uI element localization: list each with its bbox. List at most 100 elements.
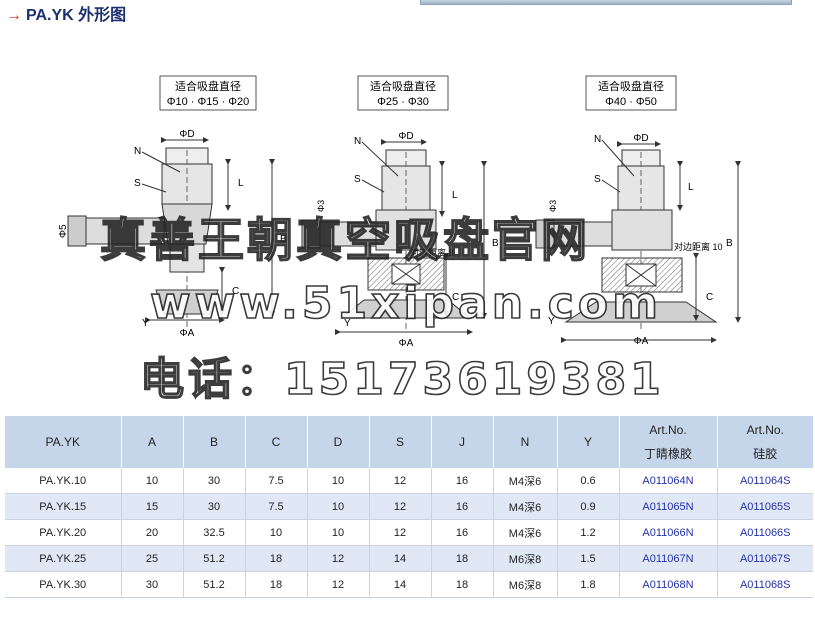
cell-art-nbr[interactable]: A011067N [619, 545, 718, 572]
fig1-dim-N: N [134, 146, 141, 157]
cell-b: 32.5 [183, 519, 246, 546]
cell-y: 1.2 [557, 519, 620, 546]
table-row: PA.YK.20 20 32.5 10 10 12 16 M4深6 1.2 A011066N A01… [5, 519, 813, 546]
fig1-dim-Y: Y [142, 318, 149, 329]
cell-s: 12 [369, 468, 432, 494]
figure-2-label-line2: Φ25 · Φ30 [377, 96, 429, 108]
cell-art-silicone[interactable]: A011068S [717, 571, 813, 598]
cell-b: 30 [183, 468, 246, 494]
cell-a: 25 [121, 545, 184, 572]
cell-j: 16 [431, 519, 494, 546]
cell-a: 20 [121, 519, 184, 546]
cell-y: 0.9 [557, 493, 620, 520]
table-header-row: PA.YK A B C D S J N Y Art.No. 丁睛橡胶 Art.N… [5, 416, 813, 468]
cell-art-nbr[interactable]: A011065N [619, 493, 718, 520]
fig1-dim-phiD: ΦD [179, 129, 194, 140]
cell-c: 7.5 [245, 468, 308, 494]
fig3-dim-phiD: ΦD [633, 133, 648, 144]
header-j: J [431, 416, 494, 468]
fig3-dim-C: C [706, 292, 713, 303]
table-row: PA.YK.15 15 30 7.5 10 12 16 M4深6 0.9 A011065N A011… [5, 493, 813, 520]
cell-c: 18 [245, 571, 308, 598]
cell-j: 16 [431, 468, 494, 494]
spec-table: PA.YK A B C D S J N Y Art.No. 丁睛橡胶 Art.N… [5, 416, 813, 598]
cell-s: 12 [369, 493, 432, 520]
header-a: A [121, 416, 184, 468]
fig2-dim-phiD: ΦD [398, 131, 413, 142]
table-row: PA.YK.10 10 30 7.5 10 12 16 M4深6 0.6 A011064N A011… [5, 468, 813, 494]
fig3-dim-S: S [594, 174, 601, 185]
cell-s: 12 [369, 519, 432, 546]
cell-art-nbr[interactable]: A011064N [619, 468, 718, 494]
cell-j: 18 [431, 571, 494, 598]
cell-art-silicone[interactable]: A011064S [717, 468, 813, 494]
top-decorative-bar [420, 0, 792, 5]
cell-b: 51.2 [183, 545, 246, 572]
header-art-nbr-line1: Art.No. [649, 423, 687, 437]
header-art-silicone-line2: 硅胶 [753, 447, 778, 461]
cell-n: M6深8 [493, 571, 558, 598]
cell-model: PA.YK.25 [5, 545, 122, 572]
cell-d: 10 [307, 493, 370, 520]
cell-a: 10 [121, 468, 184, 494]
title-text: PA.YK 外形图 [26, 7, 127, 24]
figure-3-label-line1: 适合吸盘直径 [598, 79, 664, 93]
technical-drawings: 适合吸盘直径 Φ10 · Φ15 · Φ20 ΦD ΦA N S L B C Y… [0, 60, 815, 412]
cell-a: 15 [121, 493, 184, 520]
figure-1-label-line2: Φ10 · Φ15 · Φ20 [167, 96, 250, 108]
watermark-line-1: 真善王朝真空吸盘官网 [100, 213, 590, 267]
fig2-dim-N: N [354, 136, 361, 147]
watermark-line-3: 电话：15173619381 [140, 354, 665, 405]
cell-model: PA.YK.10 [5, 468, 122, 494]
header-model: PA.YK [5, 416, 122, 468]
fig3-dim-B: B [726, 238, 733, 249]
cell-c: 7.5 [245, 493, 308, 520]
cell-y: 0.6 [557, 468, 620, 494]
header-d: D [307, 416, 370, 468]
cell-n: M4深6 [493, 493, 558, 520]
fig2-dim-L: L [452, 190, 458, 201]
cell-art-nbr[interactable]: A011068N [619, 571, 718, 598]
header-y: Y [557, 416, 620, 468]
cell-y: 1.8 [557, 571, 620, 598]
header-art-nbr: Art.No. 丁睛橡胶 [619, 416, 718, 468]
figure-2-label-line1: 适合吸盘直径 [370, 79, 436, 93]
cell-d: 10 [307, 519, 370, 546]
page-title: → PA.YK 外形图 [6, 6, 126, 26]
fig1-dim-phi5: Φ5 [58, 224, 69, 238]
fig1-dim-phiA: ΦA [180, 328, 195, 339]
cell-art-silicone[interactable]: A011067S [717, 545, 813, 572]
cell-a: 30 [121, 571, 184, 598]
cell-b: 51.2 [183, 571, 246, 598]
figure-3-label-line2: Φ40 · Φ50 [605, 96, 657, 108]
cell-s: 14 [369, 571, 432, 598]
header-c: C [245, 416, 308, 468]
cell-d: 10 [307, 468, 370, 494]
cell-j: 18 [431, 545, 494, 572]
cell-b: 30 [183, 493, 246, 520]
cell-model: PA.YK.30 [5, 571, 122, 598]
figure-1-label-line1: 适合吸盘直径 [175, 79, 241, 93]
cell-s: 14 [369, 545, 432, 572]
cell-j: 16 [431, 493, 494, 520]
header-s: S [369, 416, 432, 468]
cell-art-silicone[interactable]: A011065S [717, 493, 813, 520]
cell-model: PA.YK.15 [5, 493, 122, 520]
fig3-dim-N: N [594, 134, 601, 145]
cell-y: 1.5 [557, 545, 620, 572]
header-b: B [183, 416, 246, 468]
header-n: N [493, 416, 558, 468]
cell-c: 18 [245, 545, 308, 572]
fig2-dim-S: S [354, 174, 361, 185]
fig2-dim-phiA: ΦA [399, 338, 414, 349]
watermark-line-2: www.51xipan.com [150, 278, 662, 329]
header-art-nbr-line2: 丁睛橡胶 [643, 447, 692, 461]
cell-model: PA.YK.20 [5, 519, 122, 546]
header-art-silicone: Art.No. 硅胶 [717, 416, 813, 468]
cell-c: 10 [245, 519, 308, 546]
table-row: PA.YK.30 30 51.2 18 12 14 18 M6深8 1.8 A011068N A01… [5, 571, 813, 598]
fig2-dim-phi3: Φ3 [316, 200, 326, 212]
title-arrow-icon: → [6, 7, 22, 24]
cell-art-silicone[interactable]: A011066S [717, 519, 813, 546]
cell-art-nbr[interactable]: A011066N [619, 519, 718, 546]
